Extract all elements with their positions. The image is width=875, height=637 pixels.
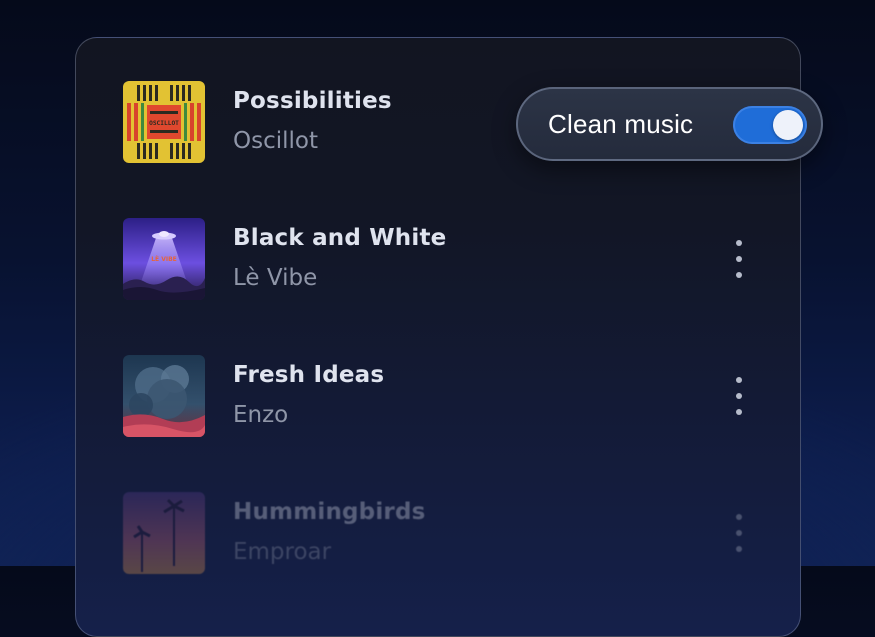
switch-knob bbox=[773, 110, 803, 140]
track-item-black-and-white[interactable]: LÈ VIBE Black and White Lè Vibe bbox=[123, 218, 763, 300]
more-vertical-icon[interactable] bbox=[729, 377, 749, 415]
clean-music-label: Clean music bbox=[548, 109, 694, 139]
track-title: Fresh Ideas bbox=[233, 362, 385, 388]
album-art-emproar bbox=[123, 492, 205, 574]
album-art-oscillot: OSCILLOT bbox=[123, 81, 205, 163]
track-item-fresh-ideas[interactable]: Fresh Ideas Enzo bbox=[123, 355, 763, 437]
album-art-enzo bbox=[123, 355, 205, 437]
clean-music-switch[interactable] bbox=[733, 106, 807, 144]
clean-music-toggle-card: Clean music bbox=[516, 87, 823, 161]
track-artist[interactable]: Emproar bbox=[233, 539, 331, 565]
track-title: Possibilities bbox=[233, 88, 392, 114]
svg-text:OSCILLOT: OSCILLOT bbox=[149, 120, 179, 127]
more-vertical-icon[interactable] bbox=[729, 514, 749, 552]
album-art-le-vibe: LÈ VIBE bbox=[123, 218, 205, 300]
track-title: Hummingbirds bbox=[233, 499, 426, 525]
svg-text:LÈ VIBE: LÈ VIBE bbox=[151, 255, 177, 263]
track-artist[interactable]: Lè Vibe bbox=[233, 265, 317, 291]
track-item-hummingbirds[interactable]: Hummingbirds Emproar bbox=[123, 492, 763, 574]
track-artist[interactable]: Oscillot bbox=[233, 128, 318, 154]
track-artist[interactable]: Enzo bbox=[233, 402, 288, 428]
more-vertical-icon[interactable] bbox=[729, 240, 749, 278]
track-title: Black and White bbox=[233, 225, 447, 251]
